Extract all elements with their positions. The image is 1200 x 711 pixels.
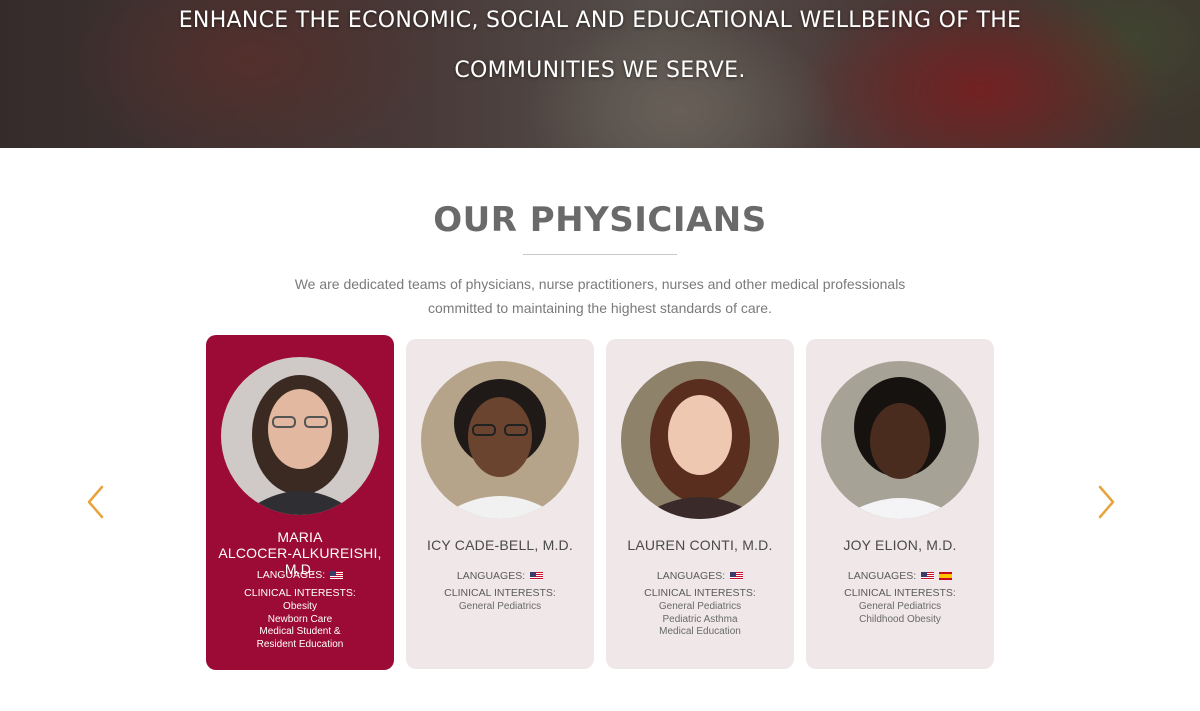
hero-tagline-line-1: ENHANCE THE ECONOMIC, SOCIAL AND EDUCATI… bbox=[178, 8, 1022, 33]
physician-name: ICY CADE-BELL, M.D. bbox=[410, 537, 590, 553]
physician-card-alcocer-alkureishi[interactable]: MARIA ALCOCER-ALKUREISHI, M.D. LANGUAGES… bbox=[206, 335, 394, 670]
physician-card-cade-bell[interactable]: ICY CADE-BELL, M.D. LANGUAGES: CLINICAL … bbox=[406, 339, 594, 669]
section-title: OUR PHYSICIANS bbox=[433, 200, 767, 240]
physician-name: LAUREN CONTI, M.D. bbox=[610, 537, 790, 553]
us-flag-icon bbox=[330, 571, 344, 579]
physician-name-line-1: LAUREN CONTI, M.D. bbox=[627, 537, 773, 553]
us-flag-icon bbox=[921, 572, 935, 580]
carousel-prev-button[interactable] bbox=[84, 484, 108, 520]
interest-item: General Pediatrics bbox=[858, 601, 942, 612]
physician-name-line-1: JOY ELION, M.D. bbox=[843, 537, 957, 553]
interest-item: General Pediatrics bbox=[658, 601, 742, 612]
languages-label: LANGUAGES: bbox=[256, 569, 326, 581]
physician-name-line-1: MARIA bbox=[277, 529, 323, 545]
interest-item: Childhood Obesity bbox=[859, 613, 941, 625]
physician-name-line-1: ICY CADE-BELL, M.D. bbox=[427, 537, 573, 553]
interest-item: Newborn Care bbox=[267, 613, 333, 625]
languages-label: LANGUAGES: bbox=[847, 570, 917, 582]
hero-banner: ENHANCE THE ECONOMIC, SOCIAL AND EDUCATI… bbox=[0, 0, 1200, 148]
clinical-interests-list: General Pediatrics Pediatric Asthma Medi… bbox=[606, 601, 794, 639]
hero-tagline-line-2: COMMUNITIES WE SERVE. bbox=[454, 58, 746, 83]
chevron-right-icon bbox=[1098, 485, 1115, 519]
title-divider bbox=[523, 254, 677, 255]
clinical-interests-list: General Pediatrics bbox=[406, 601, 594, 614]
intro-line-2: committed to maintaining the highest sta… bbox=[428, 300, 772, 316]
languages-row: LANGUAGES: bbox=[206, 569, 394, 581]
languages-row: LANGUAGES: bbox=[606, 570, 794, 582]
interest-item: Resident Education bbox=[256, 638, 344, 650]
spain-flag-icon bbox=[939, 572, 953, 580]
clinical-interests-label: CLINICAL INTERESTS: bbox=[644, 587, 756, 599]
us-flag-icon bbox=[730, 572, 744, 580]
languages-label: LANGUAGES: bbox=[456, 570, 526, 582]
languages-label: LANGUAGES: bbox=[656, 570, 726, 582]
physician-photo bbox=[621, 361, 779, 519]
clinical-interests-label: CLINICAL INTERESTS: bbox=[244, 587, 356, 599]
physician-card-elion[interactable]: JOY ELION, M.D. LANGUAGES: CLINICAL INTE… bbox=[806, 339, 994, 669]
interest-item: Medical Education bbox=[659, 626, 741, 637]
clinical-interests-list: General Pediatrics Childhood Obesity bbox=[806, 601, 994, 626]
physician-photo bbox=[821, 361, 979, 519]
physician-photo bbox=[221, 357, 379, 515]
clinical-interests-label: CLINICAL INTERESTS: bbox=[844, 587, 956, 599]
intro-line-1: We are dedicated teams of physicians, nu… bbox=[294, 276, 906, 292]
interest-item: Pediatric Asthma bbox=[662, 613, 738, 625]
clinical-interests-label: CLINICAL INTERESTS: bbox=[444, 587, 556, 599]
chevron-left-icon bbox=[87, 485, 104, 519]
interest-item: Obesity bbox=[283, 601, 317, 612]
interest-item: Medical Student & bbox=[259, 626, 341, 637]
interest-item: General Pediatrics bbox=[458, 601, 542, 612]
languages-row: LANGUAGES: bbox=[806, 570, 994, 582]
physician-name: JOY ELION, M.D. bbox=[810, 537, 990, 553]
physician-card-conti[interactable]: LAUREN CONTI, M.D. LANGUAGES: CLINICAL I… bbox=[606, 339, 794, 669]
languages-row: LANGUAGES: bbox=[406, 570, 594, 582]
carousel-next-button[interactable] bbox=[1094, 484, 1118, 520]
physician-photo bbox=[421, 361, 579, 519]
section-intro: We are dedicated teams of physicians, nu… bbox=[290, 272, 910, 320]
clinical-interests-list: Obesity Newborn Care Medical Student & R… bbox=[206, 601, 394, 651]
us-flag-icon bbox=[530, 572, 544, 580]
